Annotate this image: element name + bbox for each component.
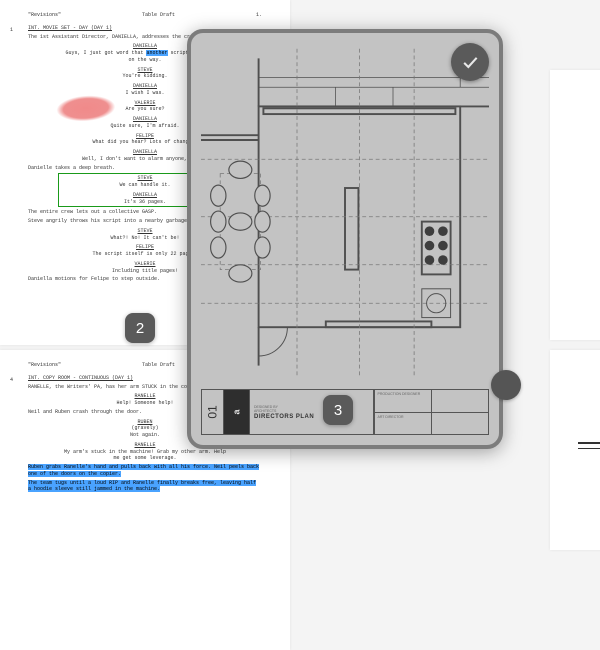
sheet-title-cell: DESIGNED BY ARCHITECTS DIRECTORS PLAN — [250, 390, 374, 434]
sheet-number: 01 — [206, 405, 220, 418]
scene-number: 1 — [10, 27, 13, 34]
info-cell: PRODUCTION DESIGNER — [374, 390, 431, 412]
header-left: "Revisions" — [28, 362, 61, 369]
rule-line — [578, 448, 600, 449]
sheet-number-cell: 01 — [202, 390, 224, 434]
header-center: Table Draft — [142, 362, 175, 369]
drag-handle[interactable] — [491, 370, 521, 400]
info-cell — [431, 390, 488, 412]
logo-text: a — [231, 409, 241, 414]
dialogue: My arm's stuck in the machine! Grab my o… — [62, 449, 228, 463]
floorplan-page-selected[interactable]: 01 a DESIGNED BY ARCHITECTS DIRECTORS PL… — [187, 29, 503, 449]
header-left: "Revisions" — [28, 12, 61, 19]
revision-highlight: The team tugs until a loud RIP and Ranel… — [28, 480, 256, 493]
floorplan-drawing — [201, 43, 489, 381]
thumbnail-canvas[interactable]: "Revisions" Table Draft 1. 1 INT. MOVIE … — [0, 0, 600, 516]
info-grid: PRODUCTION DESIGNER ART DIRECTOR — [374, 390, 489, 434]
check-icon — [460, 52, 480, 72]
header-right: 1. — [256, 12, 262, 19]
info-cell — [431, 412, 488, 434]
action-line: Ruben grabs Ranelle's hand and pulls bac… — [28, 464, 262, 478]
action-line: The team tugs until a loud RIP and Ranel… — [28, 480, 262, 494]
page-badge-3: 3 — [323, 395, 353, 425]
adjacent-page-right-bottom[interactable] — [550, 350, 600, 550]
revision-highlight: another — [146, 50, 167, 56]
selected-checkmark[interactable] — [451, 43, 489, 81]
logo-cell: a — [224, 390, 250, 434]
revision-highlight: Ruben grabs Ranelle's hand and pulls bac… — [28, 464, 259, 477]
page-header: "Revisions" Table Draft 1. — [28, 12, 262, 19]
page-badge-2: 2 — [125, 313, 155, 343]
header-center: Table Draft — [142, 12, 175, 19]
scene-number: 4 — [10, 377, 13, 384]
info-cell: ART DIRECTOR — [374, 412, 431, 434]
adjacent-page-right-top[interactable] — [550, 70, 600, 340]
rule-line — [578, 442, 600, 444]
